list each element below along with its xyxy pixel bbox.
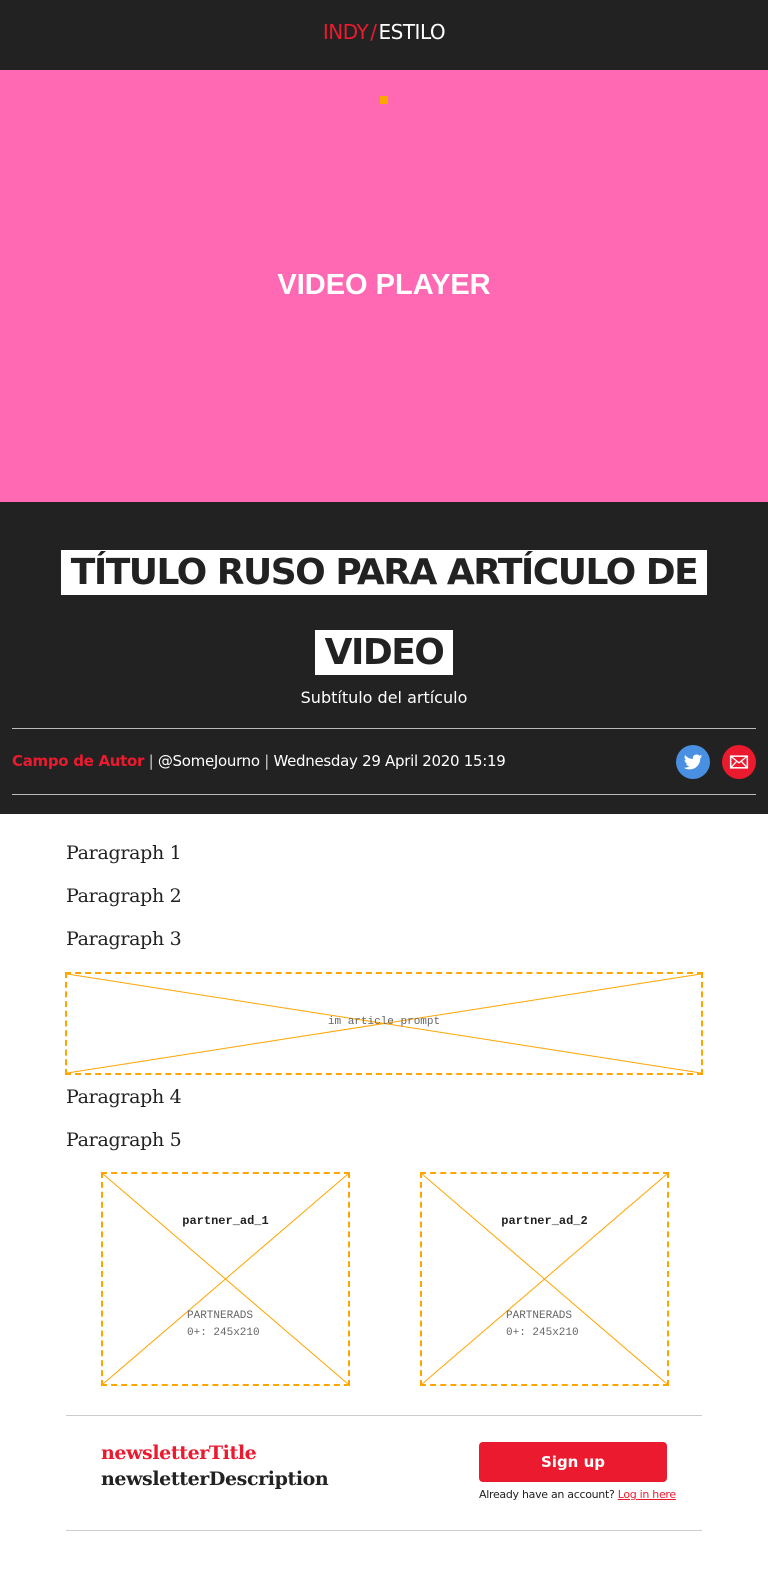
paragraph: Paragraph 3 bbox=[66, 928, 182, 950]
placeholder-cross-icon bbox=[422, 1174, 667, 1384]
placeholder-label: im article prompt bbox=[327, 1016, 441, 1028]
site-header: INDY / ESTILO bbox=[0, 0, 768, 70]
video-player[interactable]: VIDEO PLAYER bbox=[0, 70, 768, 502]
partner-ad-placeholder: partner_ad_1 PARTNERADS 0+: 245x210 bbox=[101, 1172, 350, 1386]
signup-button[interactable]: Sign up bbox=[479, 1442, 667, 1482]
article-header: TÍTULO RUSO PARA ARTÍCULO DE VIDEO Subtí… bbox=[0, 502, 768, 814]
byline-separator: | bbox=[148, 752, 154, 770]
partner-ad-name: partner_ad_2 bbox=[501, 1214, 588, 1228]
partner-ad-size: 0+: 245x210 bbox=[506, 1327, 579, 1339]
byline-separator: | bbox=[264, 752, 269, 770]
email-icon bbox=[729, 755, 749, 769]
author-link[interactable]: Campo de Autor bbox=[12, 752, 144, 770]
paragraph: Paragraph 5 bbox=[66, 1129, 182, 1151]
placeholder-cross-icon bbox=[103, 1174, 348, 1384]
article-prompt-placeholder: im article prompt bbox=[65, 972, 703, 1075]
author-handle[interactable]: @SomeJourno bbox=[158, 752, 260, 770]
partner-ad-size: 0+: 245x210 bbox=[187, 1327, 260, 1339]
newsletter-description: newsletterDescription bbox=[101, 1468, 329, 1490]
logo-indy: INDY bbox=[322, 20, 369, 44]
share-email-button[interactable] bbox=[722, 745, 756, 779]
divider bbox=[66, 1530, 702, 1531]
site-logo[interactable]: INDY / ESTILO bbox=[0, 20, 768, 44]
paragraph: Paragraph 4 bbox=[66, 1086, 182, 1108]
divider bbox=[12, 728, 756, 729]
divider bbox=[66, 1415, 702, 1416]
partner-ad-placeholder: partner_ad_2 PARTNERADS 0+: 245x210 bbox=[420, 1172, 669, 1386]
article-title: TÍTULO RUSO PARA ARTÍCULO DE VIDEO bbox=[60, 550, 708, 675]
login-link[interactable]: Log in here bbox=[618, 1488, 676, 1501]
logo-estilo: ESTILO bbox=[378, 20, 446, 44]
partner-ad-label: PARTNERADS bbox=[506, 1310, 573, 1322]
share-twitter-button[interactable] bbox=[676, 745, 710, 779]
video-player-label: VIDEO PLAYER bbox=[277, 269, 491, 301]
article-subtitle: Subtítulo del artículo bbox=[300, 688, 468, 707]
login-prompt: Already have an account? Log in here bbox=[479, 1488, 676, 1501]
account-text: Already have an account? bbox=[479, 1488, 615, 1501]
article-title-wrap: TÍTULO RUSO PARA ARTÍCULO DE VIDEO bbox=[40, 536, 728, 696]
byline: Campo de Autor | @SomeJourno | Wednesday… bbox=[12, 752, 506, 770]
logo-slash: / bbox=[370, 20, 377, 44]
partner-ad-label: PARTNERADS bbox=[187, 1310, 254, 1322]
newsletter-title: newsletterTitle bbox=[101, 1442, 257, 1464]
publish-date: Wednesday 29 April 2020 15:19 bbox=[273, 752, 506, 770]
paragraph: Paragraph 1 bbox=[66, 842, 182, 864]
twitter-icon bbox=[683, 754, 703, 770]
paragraph: Paragraph 2 bbox=[66, 885, 182, 907]
divider bbox=[12, 794, 756, 795]
video-marker bbox=[380, 96, 388, 104]
partner-ad-name: partner_ad_1 bbox=[182, 1214, 269, 1228]
